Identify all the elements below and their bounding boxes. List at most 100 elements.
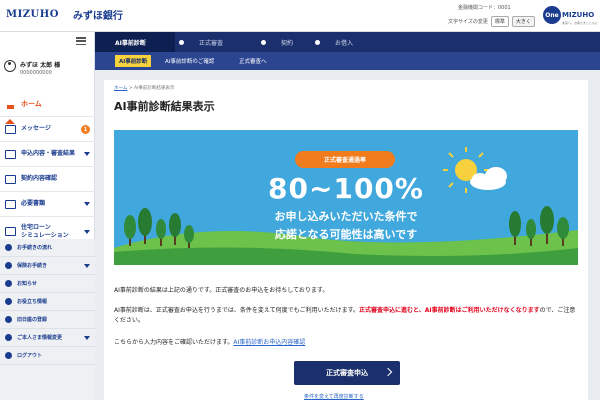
contract-icon bbox=[5, 174, 16, 184]
sidebar-subitem-flow[interactable]: お手続きの流れ bbox=[0, 239, 95, 257]
step-label: AI事前診断 bbox=[115, 39, 146, 47]
sidebar-subitem-notice[interactable]: お知らせ bbox=[0, 275, 95, 293]
step-ai-diagnosis: AI事前診断 bbox=[95, 32, 175, 52]
document-icon bbox=[5, 149, 16, 159]
sidebar-subitem-label: ログアウト bbox=[17, 353, 43, 359]
one-mizuho-circle: One bbox=[543, 6, 561, 24]
sidebar-subitem-label: お知らせ bbox=[17, 281, 37, 287]
notice-warning-text: 正式審査申込に進むと、AI事前診断はご利用いただけなくなります bbox=[358, 307, 540, 314]
chevron-down-icon bbox=[84, 264, 90, 268]
sidebar-item-message[interactable]: メッセージ 1 bbox=[0, 117, 95, 142]
step-dot-icon bbox=[179, 39, 184, 45]
chevron-down-icon bbox=[84, 336, 90, 340]
step-dot-icon bbox=[261, 39, 266, 45]
brand-logo[interactable]: MIZUHO みずほ銀行 bbox=[6, 7, 123, 22]
formal-review-apply-label: 正式審査申込 bbox=[326, 369, 368, 377]
insurance-icon bbox=[5, 262, 12, 269]
confirm-text: こちらから入力内容をご確認いただけます。AI事前診断お申込内容確認 bbox=[114, 338, 578, 348]
sidebar-item-application[interactable]: 申込内容・審査結果 bbox=[0, 142, 95, 167]
sidebar: みずほ 太郎 様 0000000000 ホーム メッセージ 1 申込内容・審査結… bbox=[0, 32, 95, 400]
sidebar-sub-nav: お手続きの流れ 保険お手続き お知らせ お役立ち情報 旧日座の登録 ご本人さま情… bbox=[0, 239, 95, 400]
message-count-badge: 1 bbox=[81, 125, 90, 134]
page-title: AI事前診断結果表示 bbox=[114, 100, 215, 113]
financial-code: 金融機関コード：0001 bbox=[458, 5, 511, 11]
sidebar-subitem-logout[interactable]: ログアウト bbox=[0, 347, 95, 365]
tab-ai-diagnosis-confirm[interactable]: AI事前診断のご確認 bbox=[165, 55, 214, 67]
bell-icon bbox=[5, 280, 12, 287]
breadcrumb-current: AI事前診断結果表示 bbox=[134, 86, 175, 91]
home-icon bbox=[5, 99, 16, 124]
confirm-text-a: こちらから入力内容をご確認いただけます。 bbox=[114, 339, 234, 346]
menu-icon[interactable] bbox=[76, 37, 86, 45]
breadcrumb-home-link[interactable]: ホーム bbox=[114, 86, 127, 91]
font-standard-button[interactable]: 標準 bbox=[490, 16, 509, 27]
sidebar-subitem-info[interactable]: お役立ち情報 bbox=[0, 293, 95, 311]
sidebar-subitem-profile[interactable]: ご本人さま情報変更 bbox=[0, 329, 95, 347]
flow-icon bbox=[5, 244, 12, 251]
sidebar-item-home[interactable]: ホーム bbox=[0, 92, 95, 124]
avatar-icon bbox=[4, 60, 16, 72]
application-confirm-link[interactable]: AI事前診断お申込内容確認 bbox=[233, 339, 305, 346]
font-size-control: 文字サイズの変更 標準 大きく bbox=[448, 16, 535, 27]
step-label: 契約 bbox=[281, 39, 294, 47]
formal-review-apply-button[interactable]: 正式審査申込 bbox=[294, 361, 400, 385]
pass-rate-pill: 正式審査通過率 bbox=[295, 151, 395, 168]
sidebar-item-documents[interactable]: 必要書類 bbox=[0, 192, 95, 217]
font-large-button[interactable]: 大きく bbox=[511, 16, 535, 27]
breadcrumb: ホーム > AI事前診断結果表示 bbox=[114, 85, 174, 91]
user-info: みずほ 太郎 様 0000000000 bbox=[4, 60, 60, 76]
sidebar-subitem-account[interactable]: 旧日座の登録 bbox=[0, 311, 95, 329]
sidebar-item-label-line1: 住宅ローン bbox=[21, 224, 51, 232]
sidebar-item-label-line2: シミュレーション bbox=[21, 231, 69, 239]
step-dot-icon bbox=[315, 39, 320, 45]
notice-text: AI事前診断は、正式審査お申込を行うまでは、条件を変えて何度でもご利用いただけま… bbox=[114, 306, 578, 326]
sidebar-subitem-label: お手続きの流れ bbox=[17, 245, 53, 251]
logout-icon bbox=[5, 352, 12, 359]
chevron-down-icon bbox=[84, 202, 90, 206]
sub-step-bar: AI事前診断 AI事前診断のご確認 正式審査へ bbox=[95, 52, 600, 70]
user-id: 0000000000 bbox=[20, 70, 52, 76]
one-mizuho-text: MIZUHO bbox=[562, 11, 595, 19]
tab-ai-diagnosis[interactable]: AI事前診断 bbox=[115, 55, 152, 67]
main-content: ホーム > AI事前診断結果表示 AI事前診断結果表示 正式審査通過率 80~1… bbox=[104, 80, 588, 400]
brand-mizuho-logo: MIZUHO bbox=[6, 9, 59, 20]
sidebar-item-label: 申込内容・審査結果 bbox=[21, 150, 76, 158]
sidebar-subitem-insurance[interactable]: 保険お手続き bbox=[0, 257, 95, 275]
result-message-line2: 応諾となる可能性は高いです bbox=[274, 228, 418, 241]
step-label: お借入 bbox=[335, 39, 354, 47]
user-icon bbox=[5, 334, 12, 341]
sidebar-item-label: ホーム bbox=[21, 99, 42, 108]
step-progress-bar: AI事前診断 正式審査 契約 お借入 bbox=[95, 32, 600, 52]
result-message-line1: お申し込みいただいた条件で bbox=[274, 210, 418, 223]
one-mizuho-tagline: 未来へ。お客さまとともに bbox=[562, 21, 599, 25]
tab-formal-review[interactable]: 正式審査へ bbox=[239, 55, 267, 67]
chart-icon bbox=[5, 227, 16, 236]
sidebar-item-label: 住宅ローン シミュレーション bbox=[21, 224, 69, 238]
sidebar-item-label: メッセージ bbox=[21, 125, 51, 133]
sidebar-item-label: 契約内容確認 bbox=[21, 175, 58, 183]
result-banner: 正式審査通過率 80~100% お申し込みいただいた条件で 応諾となる可能性は高… bbox=[114, 130, 578, 265]
rediagnose-link[interactable]: 条件を変えて再度診断する bbox=[304, 393, 364, 400]
sidebar-subitem-label: 保険お手続き bbox=[17, 263, 48, 269]
sidebar-subitem-label: 旧日座の登録 bbox=[17, 317, 48, 323]
sidebar-item-contract[interactable]: 契約内容確認 bbox=[0, 167, 95, 192]
chevron-down-icon bbox=[84, 152, 90, 156]
message-icon bbox=[5, 124, 16, 134]
sidebar-subitem-label: お役立ち情報 bbox=[17, 299, 48, 305]
user-name: みずほ 太郎 様 bbox=[20, 62, 61, 69]
result-summary-text: AI事前診断の結果は上記の通りです。正式審査のお申込をお待ちしております。 bbox=[114, 287, 329, 294]
pass-rate-value: 80~100% bbox=[268, 172, 424, 205]
sidebar-subitem-label: ご本人さま情報変更 bbox=[17, 335, 63, 341]
step-borrowing: お借入 bbox=[297, 32, 397, 52]
step-label: 正式審査 bbox=[199, 39, 224, 47]
chevron-right-icon bbox=[383, 367, 393, 377]
notice-text-a: AI事前診断は、正式審査お申込を行うまでは、条件を変えて何度でもご利用いただけま… bbox=[114, 307, 359, 314]
font-size-label: 文字サイズの変更 bbox=[448, 19, 488, 25]
sidebar-item-label: 必要書類 bbox=[21, 200, 46, 208]
sidebar-nav: ホーム メッセージ 1 申込内容・審査結果 契約内容確認 必要書類 住宅ローン … bbox=[0, 92, 95, 247]
brand-bank-name: みずほ銀行 bbox=[72, 11, 123, 22]
chevron-down-icon bbox=[84, 230, 90, 234]
bank-icon bbox=[5, 316, 12, 323]
info-icon bbox=[5, 298, 12, 305]
top-bar: MIZUHO みずほ銀行 金融機関コード：0001 文字サイズの変更 標準 大き… bbox=[0, 0, 600, 32]
